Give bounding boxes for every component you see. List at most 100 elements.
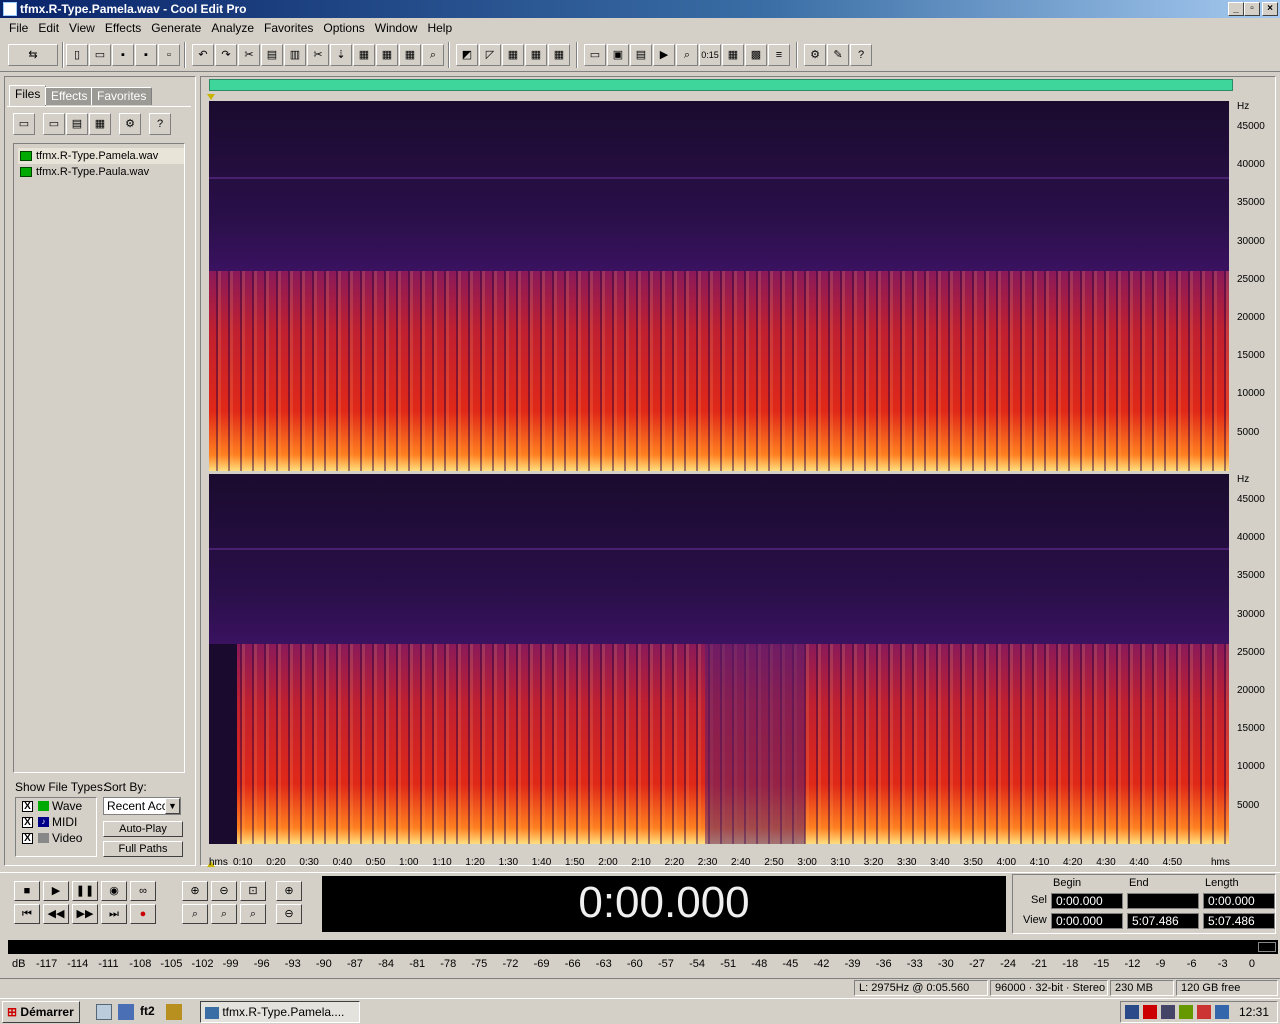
tray-icon[interactable]: [1143, 1005, 1157, 1019]
insert-multitrack-icon[interactable]: ▤: [66, 113, 88, 135]
zoom-right-icon[interactable]: ⌕: [211, 904, 237, 924]
midi-checkbox[interactable]: X: [22, 817, 33, 828]
edit-file-icon[interactable]: ▦: [89, 113, 111, 135]
window-icon-3[interactable]: ▤: [630, 44, 652, 66]
trim-icon[interactable]: ▦: [399, 44, 421, 66]
cut-icon[interactable]: ✂: [307, 44, 329, 66]
save-icon[interactable]: ▪: [112, 44, 134, 66]
copy-new-icon[interactable]: ▥: [284, 44, 306, 66]
sort-by-select[interactable]: Recent Acc ▼: [103, 797, 181, 815]
tray-icon[interactable]: [1179, 1005, 1193, 1019]
waveform-display[interactable]: Hz 45000 40000 35000 30000 25000 20000 15000 100…: [200, 76, 1276, 868]
menu-help[interactable]: Help: [422, 21, 457, 35]
view-length-field[interactable]: 5:07.486: [1203, 913, 1275, 929]
repeat-command-icon[interactable]: ✂: [238, 44, 260, 66]
menu-effects[interactable]: Effects: [100, 21, 146, 35]
start-button[interactable]: ⊞ Démarrer: [2, 1001, 80, 1023]
menu-edit[interactable]: Edit: [33, 21, 64, 35]
grid-icon[interactable]: ▦: [502, 44, 524, 66]
menu-file[interactable]: File: [4, 21, 33, 35]
list-item[interactable]: tfmx.R-Type.Paula.wav: [18, 164, 184, 180]
tab-files[interactable]: Files: [9, 85, 47, 106]
overview-bar[interactable]: [209, 79, 1233, 91]
new-file-icon[interactable]: ▯: [66, 44, 88, 66]
tray-icon[interactable]: [1161, 1005, 1175, 1019]
clip-indicator[interactable]: [1258, 942, 1276, 952]
save-all-icon[interactable]: ▪: [135, 44, 157, 66]
window-icon[interactable]: ▭: [584, 44, 606, 66]
open-folder-icon[interactable]: ▭: [13, 113, 35, 135]
pause-button[interactable]: ❚❚: [72, 881, 98, 901]
lines-icon[interactable]: ≡: [768, 44, 790, 66]
play-button[interactable]: ▶: [43, 881, 69, 901]
panel-help-icon[interactable]: ?: [149, 113, 171, 135]
tray-icon[interactable]: [1125, 1005, 1139, 1019]
minimize-button[interactable]: _: [1228, 2, 1244, 16]
spectral-view-icon[interactable]: ◩: [456, 44, 478, 66]
tab-effects[interactable]: Effects: [45, 87, 94, 105]
quicklaunch-app-icon[interactable]: [118, 1004, 134, 1020]
close-file-icon[interactable]: ▭: [43, 113, 65, 135]
tray-icon[interactable]: [1197, 1005, 1211, 1019]
sel-length-field[interactable]: 0:00.000: [1203, 893, 1275, 909]
undo-icon[interactable]: ↶: [192, 44, 214, 66]
redo-icon[interactable]: ↷: [215, 44, 237, 66]
tray-icon[interactable]: [1215, 1005, 1229, 1019]
menu-generate[interactable]: Generate: [146, 21, 206, 35]
menu-options[interactable]: Options: [318, 21, 369, 35]
play-view-icon[interactable]: ▶: [653, 44, 675, 66]
zoom-selection-icon[interactable]: ⌕: [240, 904, 266, 924]
full-paths-button[interactable]: Full Paths: [103, 841, 183, 857]
close-button[interactable]: ×: [1262, 2, 1278, 16]
spectrum-channel-left[interactable]: [209, 101, 1229, 471]
menu-window[interactable]: Window: [370, 21, 423, 35]
envelope-icon[interactable]: ◸: [479, 44, 501, 66]
dots-icon[interactable]: ▦: [722, 44, 744, 66]
multitrack-toggle-icon[interactable]: ⇆: [8, 44, 58, 66]
window-icon-2[interactable]: ▣: [607, 44, 629, 66]
list-item[interactable]: tfmx.R-Type.Pamela.wav: [18, 148, 184, 164]
chevron-down-icon[interactable]: ▼: [165, 798, 180, 814]
spectrum-channel-right[interactable]: [209, 474, 1229, 844]
panel-options-icon[interactable]: ⚙: [119, 113, 141, 135]
zoom-in-vertical-icon[interactable]: ⊕: [276, 881, 302, 901]
sel-end-field[interactable]: [1127, 893, 1199, 909]
menu-view[interactable]: View: [64, 21, 100, 35]
app-icon[interactable]: [3, 2, 17, 16]
zoom-full-icon[interactable]: ⊡: [240, 881, 266, 901]
copy-icon[interactable]: ▤: [261, 44, 283, 66]
go-to-end-button[interactable]: ⏭: [101, 904, 127, 924]
close-file-icon[interactable]: ▫: [158, 44, 180, 66]
color-icon[interactable]: ▩: [745, 44, 767, 66]
loop-button[interactable]: ∞: [130, 881, 156, 901]
rewind-button[interactable]: ◀◀: [43, 904, 69, 924]
tab-favorites[interactable]: Favorites: [91, 87, 153, 105]
stop-button[interactable]: ■: [14, 881, 40, 901]
quicklaunch-archive-icon[interactable]: [166, 1004, 182, 1020]
settings-icon[interactable]: ⚙: [804, 44, 826, 66]
wave-checkbox[interactable]: X: [22, 801, 33, 812]
mix-paste-icon[interactable]: ▦: [376, 44, 398, 66]
quicklaunch-ft2[interactable]: ft2: [140, 1004, 155, 1018]
video-checkbox[interactable]: X: [22, 833, 33, 844]
zoom-out-vertical-icon[interactable]: ⊖: [276, 904, 302, 924]
menu-analyze[interactable]: Analyze: [206, 21, 259, 35]
go-to-start-button[interactable]: ⏮: [14, 904, 40, 924]
paste-icon[interactable]: ⇣: [330, 44, 352, 66]
zoom-in-horizontal-icon[interactable]: ⊕: [182, 881, 208, 901]
time-format-icon[interactable]: 0:15: [699, 44, 721, 66]
grid-icon-2[interactable]: ▦: [525, 44, 547, 66]
script-icon[interactable]: ✎: [827, 44, 849, 66]
play-to-end-button[interactable]: ◉: [101, 881, 127, 901]
paste-new-icon[interactable]: ▦: [353, 44, 375, 66]
auto-play-button[interactable]: Auto-Play: [103, 821, 183, 837]
help-icon[interactable]: ?: [850, 44, 872, 66]
view-begin-field[interactable]: 0:00.000: [1051, 913, 1123, 929]
task-button[interactable]: tfmx.R-Type.Pamela....: [200, 1001, 360, 1023]
menu-favorites[interactable]: Favorites: [259, 21, 318, 35]
sel-begin-field[interactable]: 0:00.000: [1051, 893, 1123, 909]
zoom-tool-icon[interactable]: ⌕: [422, 44, 444, 66]
open-file-icon[interactable]: ▭: [89, 44, 111, 66]
grid-icon-3[interactable]: ▦: [548, 44, 570, 66]
fast-forward-button[interactable]: ▶▶: [72, 904, 98, 924]
